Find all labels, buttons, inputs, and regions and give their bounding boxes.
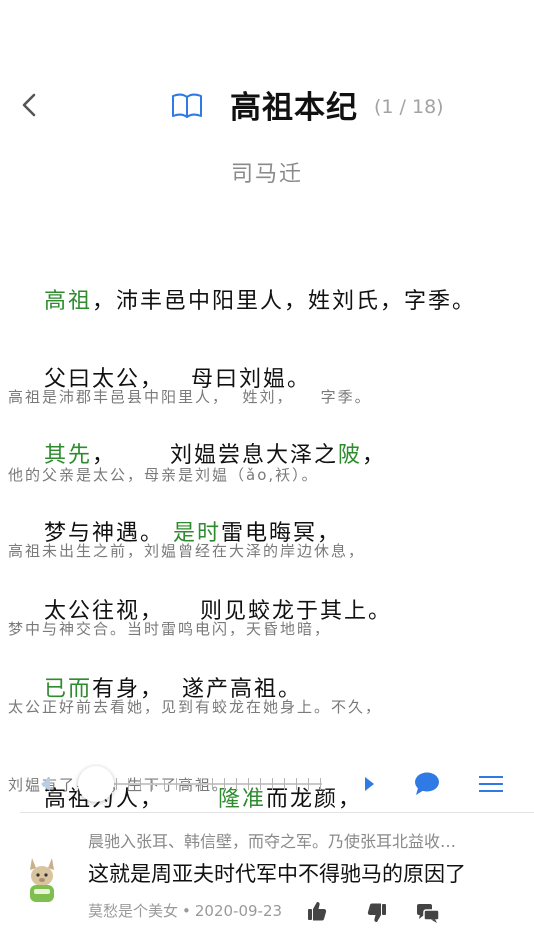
comment-user[interactable]: 莫愁是个美女: [88, 902, 178, 920]
header: 高祖本纪 (1 / 18): [0, 78, 534, 134]
slider-tick: [116, 778, 117, 790]
slider-tick: [308, 778, 309, 790]
menu-button[interactable]: [476, 772, 506, 796]
dislike-button[interactable]: [366, 902, 388, 924]
chevron-left-icon: [22, 93, 36, 117]
speech-bubble-icon: [415, 772, 439, 795]
page-title: 高祖本纪: [230, 90, 358, 126]
comment-text: 这就是周亚夫时代军中不得驰马的原因了: [88, 862, 466, 886]
author-name: 司马迁: [230, 162, 303, 187]
slider-tick: [224, 778, 225, 790]
comment-item[interactable]: 晨驰入张耳、韩信壁，而夺之军。乃使张耳北益收… 这就是周亚夫时代军中不得驰马的原…: [0, 818, 534, 950]
slider-tick: [260, 778, 261, 790]
slider-tick: [164, 778, 165, 790]
triangle-left-icon: [41, 777, 50, 791]
slider-tick: [272, 778, 273, 790]
reply-button[interactable]: [416, 902, 440, 924]
slider-tick: [248, 778, 249, 790]
reply-bubbles-icon: [417, 904, 440, 923]
comment-meta: 莫愁是个美女 • 2020-09-23: [88, 900, 286, 921]
comment-button[interactable]: [412, 770, 442, 798]
highlight-word[interactable]: 已而: [44, 677, 92, 702]
hamburger-menu-icon: [479, 776, 503, 792]
slider-tick: [152, 778, 153, 790]
previous-button[interactable]: [38, 774, 52, 794]
thumbs-up-icon: [308, 902, 327, 921]
divider: [20, 812, 534, 813]
chapter-counter: (1 / 18): [374, 96, 444, 118]
meta-separator: •: [182, 902, 191, 920]
quoted-passage[interactable]: 晨驰入张耳、韩信壁，而夺之军。乃使张耳北益收…: [88, 828, 456, 852]
avatar[interactable]: [22, 856, 62, 904]
slider-tick: [236, 778, 237, 790]
slider-tick: [188, 778, 189, 790]
slider-tick: [284, 778, 285, 790]
slider-tick: [140, 778, 141, 790]
triangle-right-icon: [365, 777, 374, 791]
slider-tick: [200, 778, 201, 790]
slider-thumb[interactable]: [78, 766, 114, 802]
book-icon: [170, 92, 204, 120]
slider-tick: [320, 778, 321, 790]
slider-tick: [212, 778, 213, 790]
back-button[interactable]: [16, 90, 44, 120]
slider-tick: [296, 778, 297, 790]
next-button[interactable]: [362, 774, 376, 794]
like-button[interactable]: [306, 900, 328, 922]
verse-text: 有身， 遂产高祖。: [92, 677, 302, 702]
comment-date: 2020-09-23: [194, 902, 283, 920]
slider-tick: [176, 778, 177, 790]
thumbs-down-icon: [367, 903, 386, 922]
reader-controls: [0, 760, 534, 808]
verse-original: 已而有身， 遂产高祖。: [8, 646, 528, 728]
progress-slider[interactable]: [96, 778, 322, 790]
slider-tick: [128, 778, 129, 790]
